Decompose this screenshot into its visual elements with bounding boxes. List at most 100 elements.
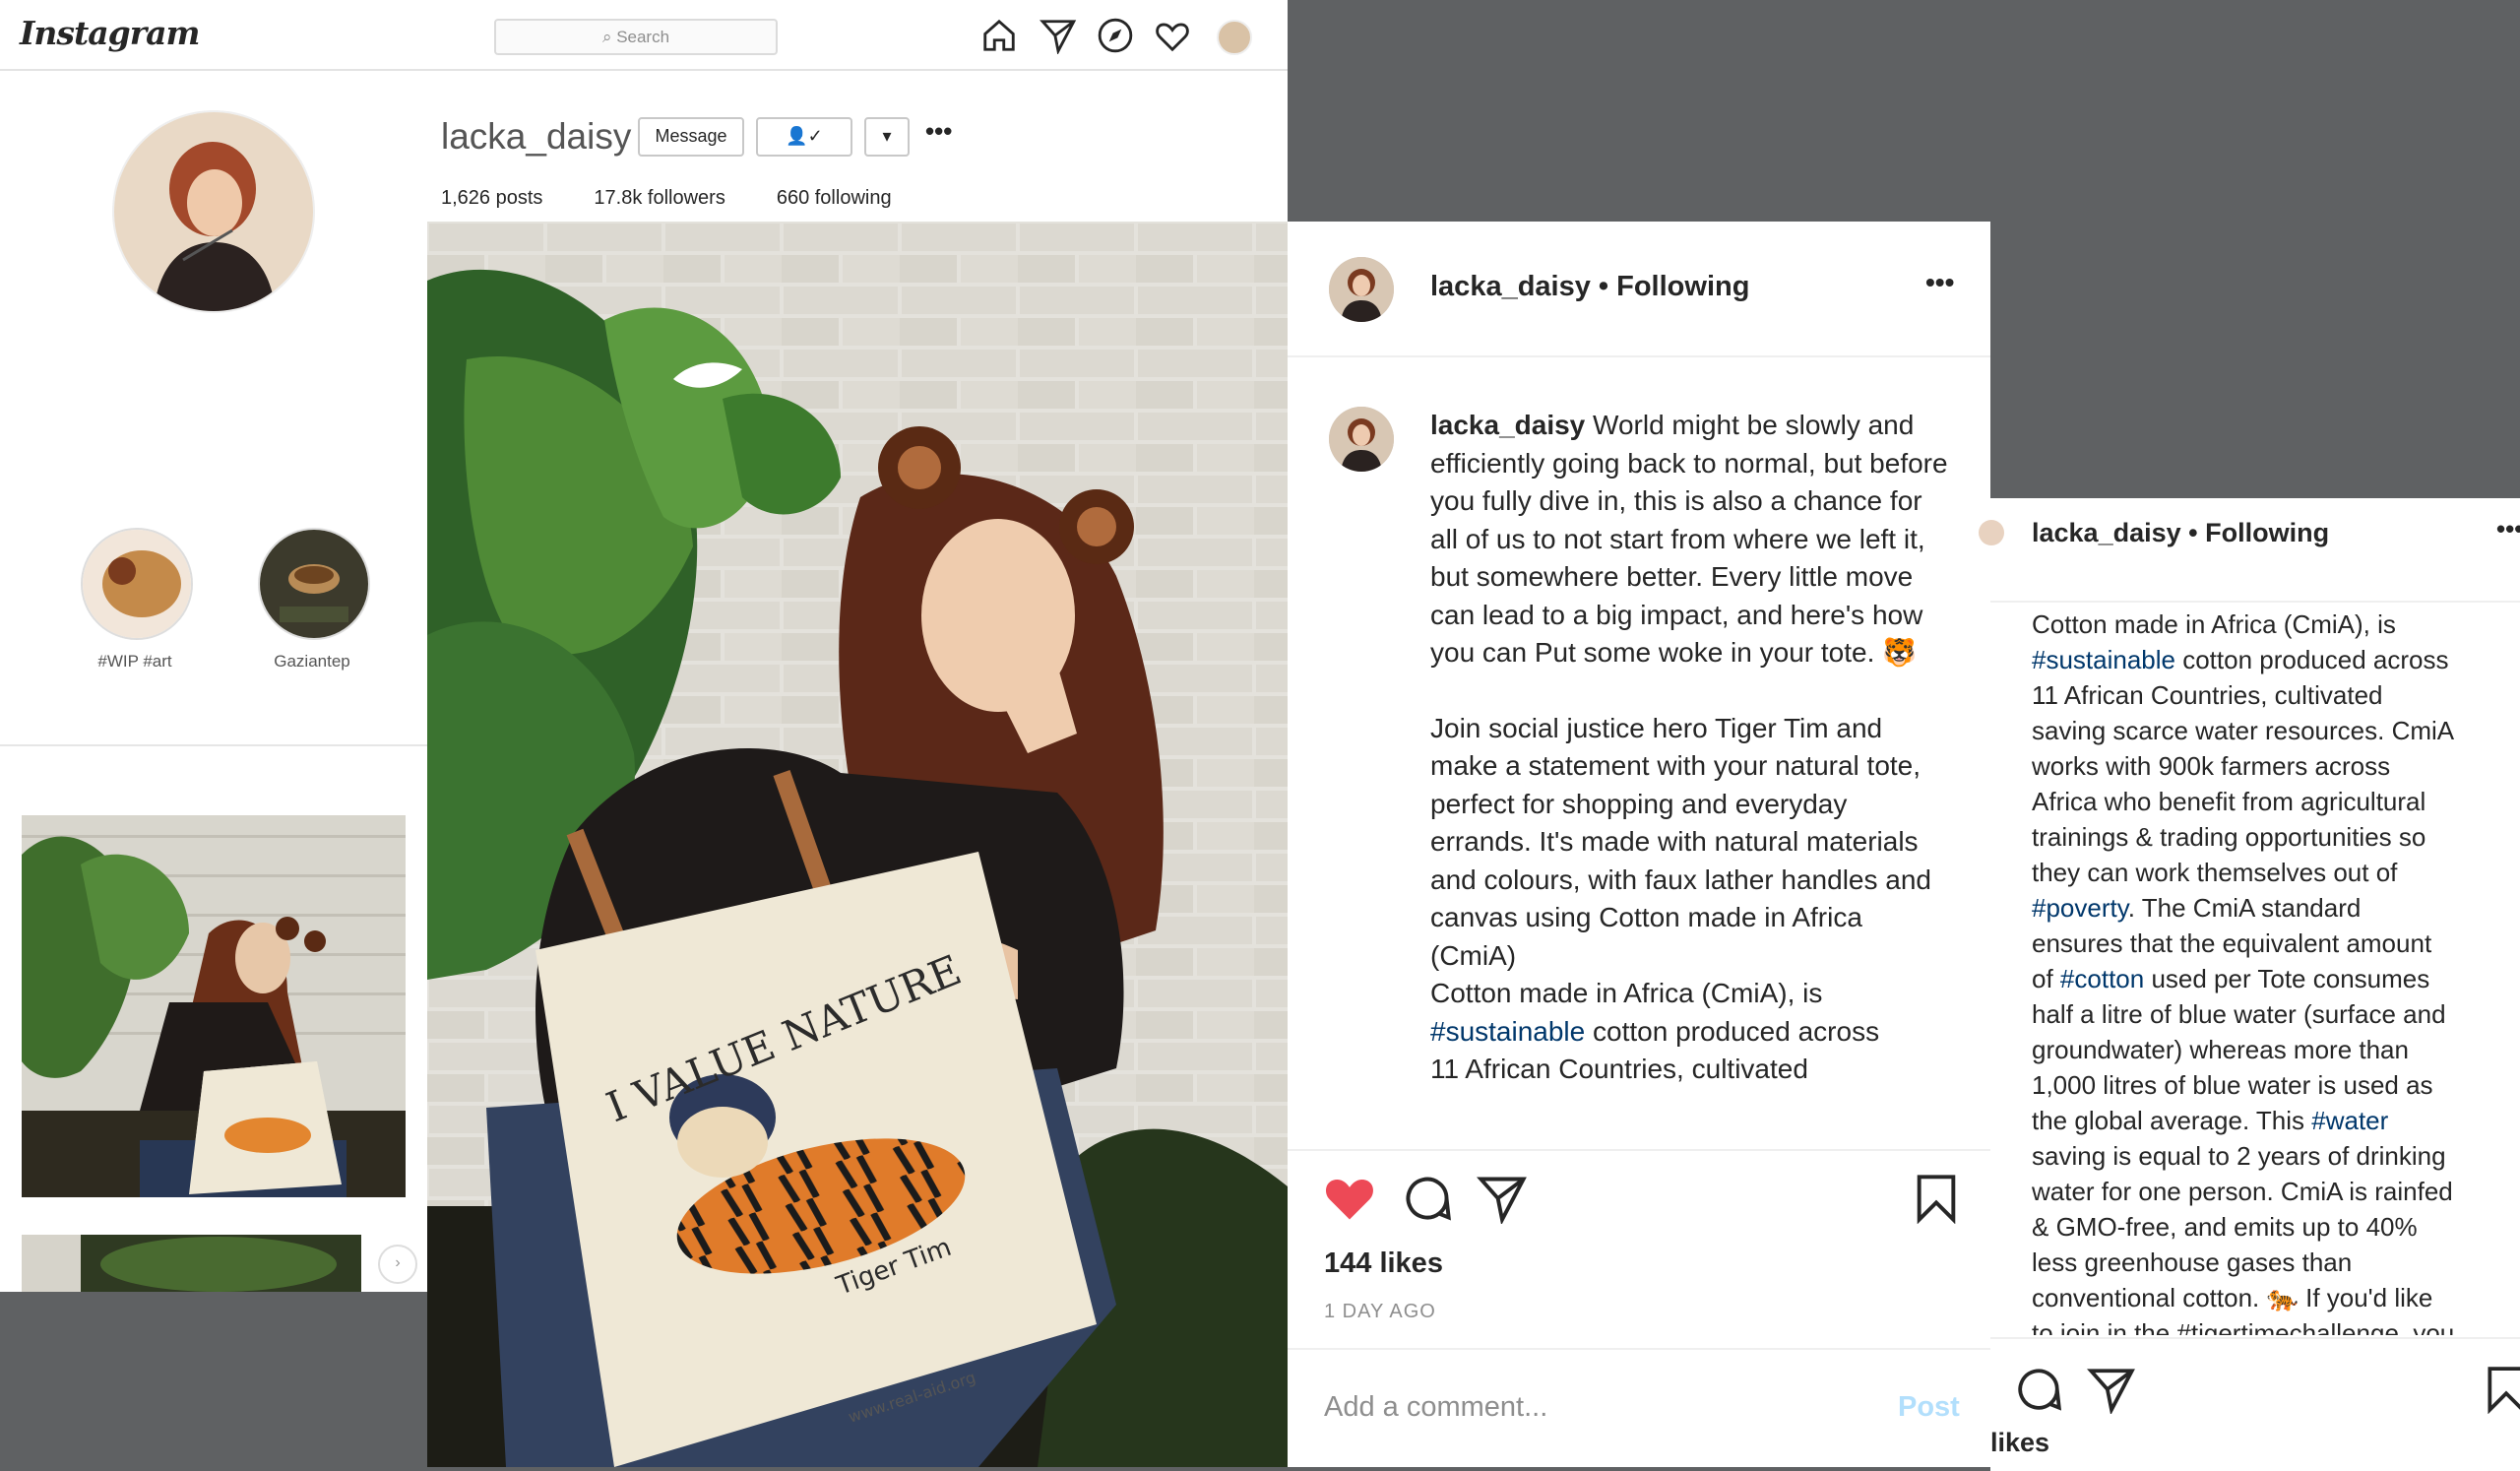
- add-comment-bar: Add a comment... Post: [1288, 1348, 1990, 1469]
- caption-text: 11 African Countries, cultivated: [1430, 1054, 1808, 1084]
- divider: [1990, 1337, 2520, 1339]
- profile-stats: 1,626 posts 17.8k followers 660 following: [441, 187, 943, 210]
- caption-line: less greenhouse gases than: [2032, 1247, 2353, 1277]
- suggestions-dropdown[interactable]: ▾: [864, 117, 910, 157]
- more-options-icon[interactable]: •••: [925, 116, 952, 147]
- highlight-gaziantep[interactable]: [258, 528, 370, 640]
- search-icon: ⌕: [601, 28, 617, 46]
- profile-avatar[interactable]: [112, 110, 315, 313]
- caption-line: they can work themselves out of: [2032, 858, 2398, 887]
- direct-icon[interactable]: [1040, 17, 1077, 54]
- caption-line: 1,000 litres of blue water is used as: [2032, 1070, 2433, 1100]
- post-detail-panel: lacka_daisy • Following ••• lacka_daisy …: [1288, 222, 1990, 1467]
- caption-line: water for one person. CmiA is rainfed: [2032, 1177, 2453, 1206]
- following-button[interactable]: 👤✓: [756, 117, 852, 157]
- caption-line: saving is equal to 2 years of drinking: [2032, 1141, 2446, 1171]
- following-count[interactable]: 660 following: [777, 187, 892, 209]
- grid-post-thumbnail[interactable]: [22, 815, 406, 1197]
- post-header: lacka_daisy • Following •••: [1288, 222, 1990, 357]
- caption-text: the global average. This: [2032, 1106, 2312, 1135]
- hashtag-link[interactable]: #sustainable: [2032, 645, 2175, 674]
- post-header-user[interactable]: lacka_daisy • Following: [1430, 271, 1749, 303]
- more-options-icon[interactable]: •••: [2496, 514, 2520, 544]
- post-timestamp[interactable]: 1 DAY AGO: [1324, 1301, 1436, 1323]
- hashtag-link[interactable]: #cotton: [2060, 964, 2144, 993]
- post-comment-button[interactable]: Post: [1898, 1391, 1960, 1424]
- post-image[interactable]: I VALUE NATURE Tiger Tim www.real-aid.or…: [427, 222, 1288, 1467]
- highlight-label: #WIP #art: [97, 652, 172, 671]
- post-detail-panel-2: lacka_daisy • Following ••• Cotton made …: [1979, 498, 2520, 1471]
- caption-text: used per Tote consumes: [2144, 964, 2430, 993]
- heart-icon[interactable]: [1154, 17, 1191, 54]
- bookmark-icon[interactable]: [2485, 1365, 2520, 1414]
- like-heart-icon[interactable]: [1323, 1173, 1376, 1222]
- username-link[interactable]: lacka_daisy: [1430, 271, 1591, 302]
- search-placeholder: Search: [616, 28, 670, 46]
- highlight-wip-art[interactable]: [81, 528, 193, 640]
- caption-line: Cotton made in Africa (CmiA), is: [2032, 609, 2396, 639]
- more-options-icon[interactable]: •••: [1925, 267, 1954, 298]
- chevron-down-icon: ▾: [882, 126, 892, 146]
- caption-text: . The CmiA standard: [2127, 893, 2362, 923]
- comment-icon[interactable]: [1402, 1173, 1453, 1224]
- caption-text: Join social justice hero Tiger Tim and m…: [1430, 712, 1931, 971]
- author-avatar[interactable]: [1979, 520, 2004, 545]
- highlight-label: Gaziantep: [274, 652, 350, 671]
- caption-line: #sustainable cotton produced across: [2032, 642, 2514, 677]
- hashtag-link[interactable]: #poverty: [2032, 893, 2128, 923]
- caption-text: #sustainable cotton produced across: [1430, 1013, 1952, 1052]
- instagram-logo[interactable]: Instagram: [20, 14, 200, 52]
- caption-line: the global average. This #water: [2032, 1103, 2514, 1138]
- username-link[interactable]: lacka_daisy: [2032, 518, 2181, 547]
- caption-avatar[interactable]: [1329, 407, 1394, 472]
- author-avatar[interactable]: [1329, 257, 1394, 322]
- hashtag-link[interactable]: #water: [2311, 1106, 2388, 1135]
- next-arrow-icon[interactable]: ›: [378, 1245, 417, 1284]
- person-check-icon: 👤✓: [786, 126, 823, 146]
- caption-line: Africa who benefit from agricultural: [2032, 787, 2426, 816]
- caption-line: works with 900k farmers across: [2032, 751, 2391, 781]
- caption-text: World might be slowly and efficiently go…: [1430, 410, 1948, 668]
- likes-count[interactable]: 144 likes: [1324, 1247, 1443, 1280]
- caption-text: of: [2032, 964, 2060, 993]
- caption-text: Cotton made in Africa (CmiA), is: [1430, 975, 1952, 1013]
- post-header: lacka_daisy • Following •••: [1979, 498, 2520, 603]
- search-input[interactable]: ⌕ Search: [494, 19, 778, 55]
- caption-username[interactable]: lacka_daisy: [1430, 410, 1585, 440]
- post-header-user[interactable]: lacka_daisy • Following: [2032, 518, 2329, 548]
- caption-line: 11 African Countries, cultivated: [2032, 680, 2383, 710]
- likes-count[interactable]: likes: [1990, 1428, 2049, 1458]
- following-status[interactable]: • Following: [1599, 271, 1750, 302]
- caption-line: half a litre of blue water (surface and: [2032, 999, 2446, 1029]
- caption-line: trainings & trading opportunities so: [2032, 822, 2426, 852]
- home-icon[interactable]: [980, 17, 1018, 54]
- comment-input[interactable]: Add a comment...: [1324, 1391, 1547, 1424]
- message-button[interactable]: Message: [638, 117, 744, 157]
- caption-line: #poverty. The CmiA standard: [2032, 890, 2514, 926]
- caption-paragraph: lacka_daisy World might be slowly and ef…: [1430, 407, 1952, 672]
- avatar-icon[interactable]: [1217, 20, 1252, 55]
- posts-count[interactable]: 1,626 posts: [441, 187, 542, 209]
- explore-icon[interactable]: [1097, 17, 1134, 54]
- hashtag-link[interactable]: #sustainable: [1430, 1016, 1585, 1047]
- followers-count[interactable]: 17.8k followers: [594, 187, 724, 209]
- caption-line: conventional cotton. 🐅 If you'd like: [2032, 1283, 2433, 1312]
- top-navigation-bar: Instagram ⌕ Search: [0, 0, 1288, 71]
- share-icon[interactable]: [1477, 1173, 1528, 1224]
- caption-line: Cotton made in Africa (CmiA), is: [1430, 978, 1823, 1008]
- caption-text: cotton produced across: [2175, 645, 2449, 674]
- caption-line: cotton produced across: [1593, 1015, 1880, 1047]
- following-status[interactable]: • Following: [2188, 518, 2329, 547]
- caption-line: saving scarce water resources. CmiA: [2032, 716, 2455, 745]
- grid-post-thumbnail[interactable]: [22, 1235, 361, 1292]
- caption-line: & GMO-free, and emits up to 40%: [2032, 1212, 2418, 1242]
- post-caption: Cotton made in Africa (CmiA), is #sustai…: [2032, 607, 2514, 1335]
- share-icon[interactable]: [2087, 1365, 2136, 1414]
- post-caption: lacka_daisy World might be slowly and ef…: [1430, 407, 1952, 1130]
- caption-line: groundwater) whereas more than: [2032, 1035, 2409, 1064]
- caption-line: to join in the #tigertimechallenge, you: [2032, 1318, 2455, 1335]
- caption-line: ensures that the equivalent amount: [2032, 928, 2432, 958]
- comment-icon[interactable]: [2014, 1365, 2063, 1414]
- divider: [1288, 1149, 1990, 1151]
- bookmark-icon[interactable]: [1914, 1173, 1959, 1224]
